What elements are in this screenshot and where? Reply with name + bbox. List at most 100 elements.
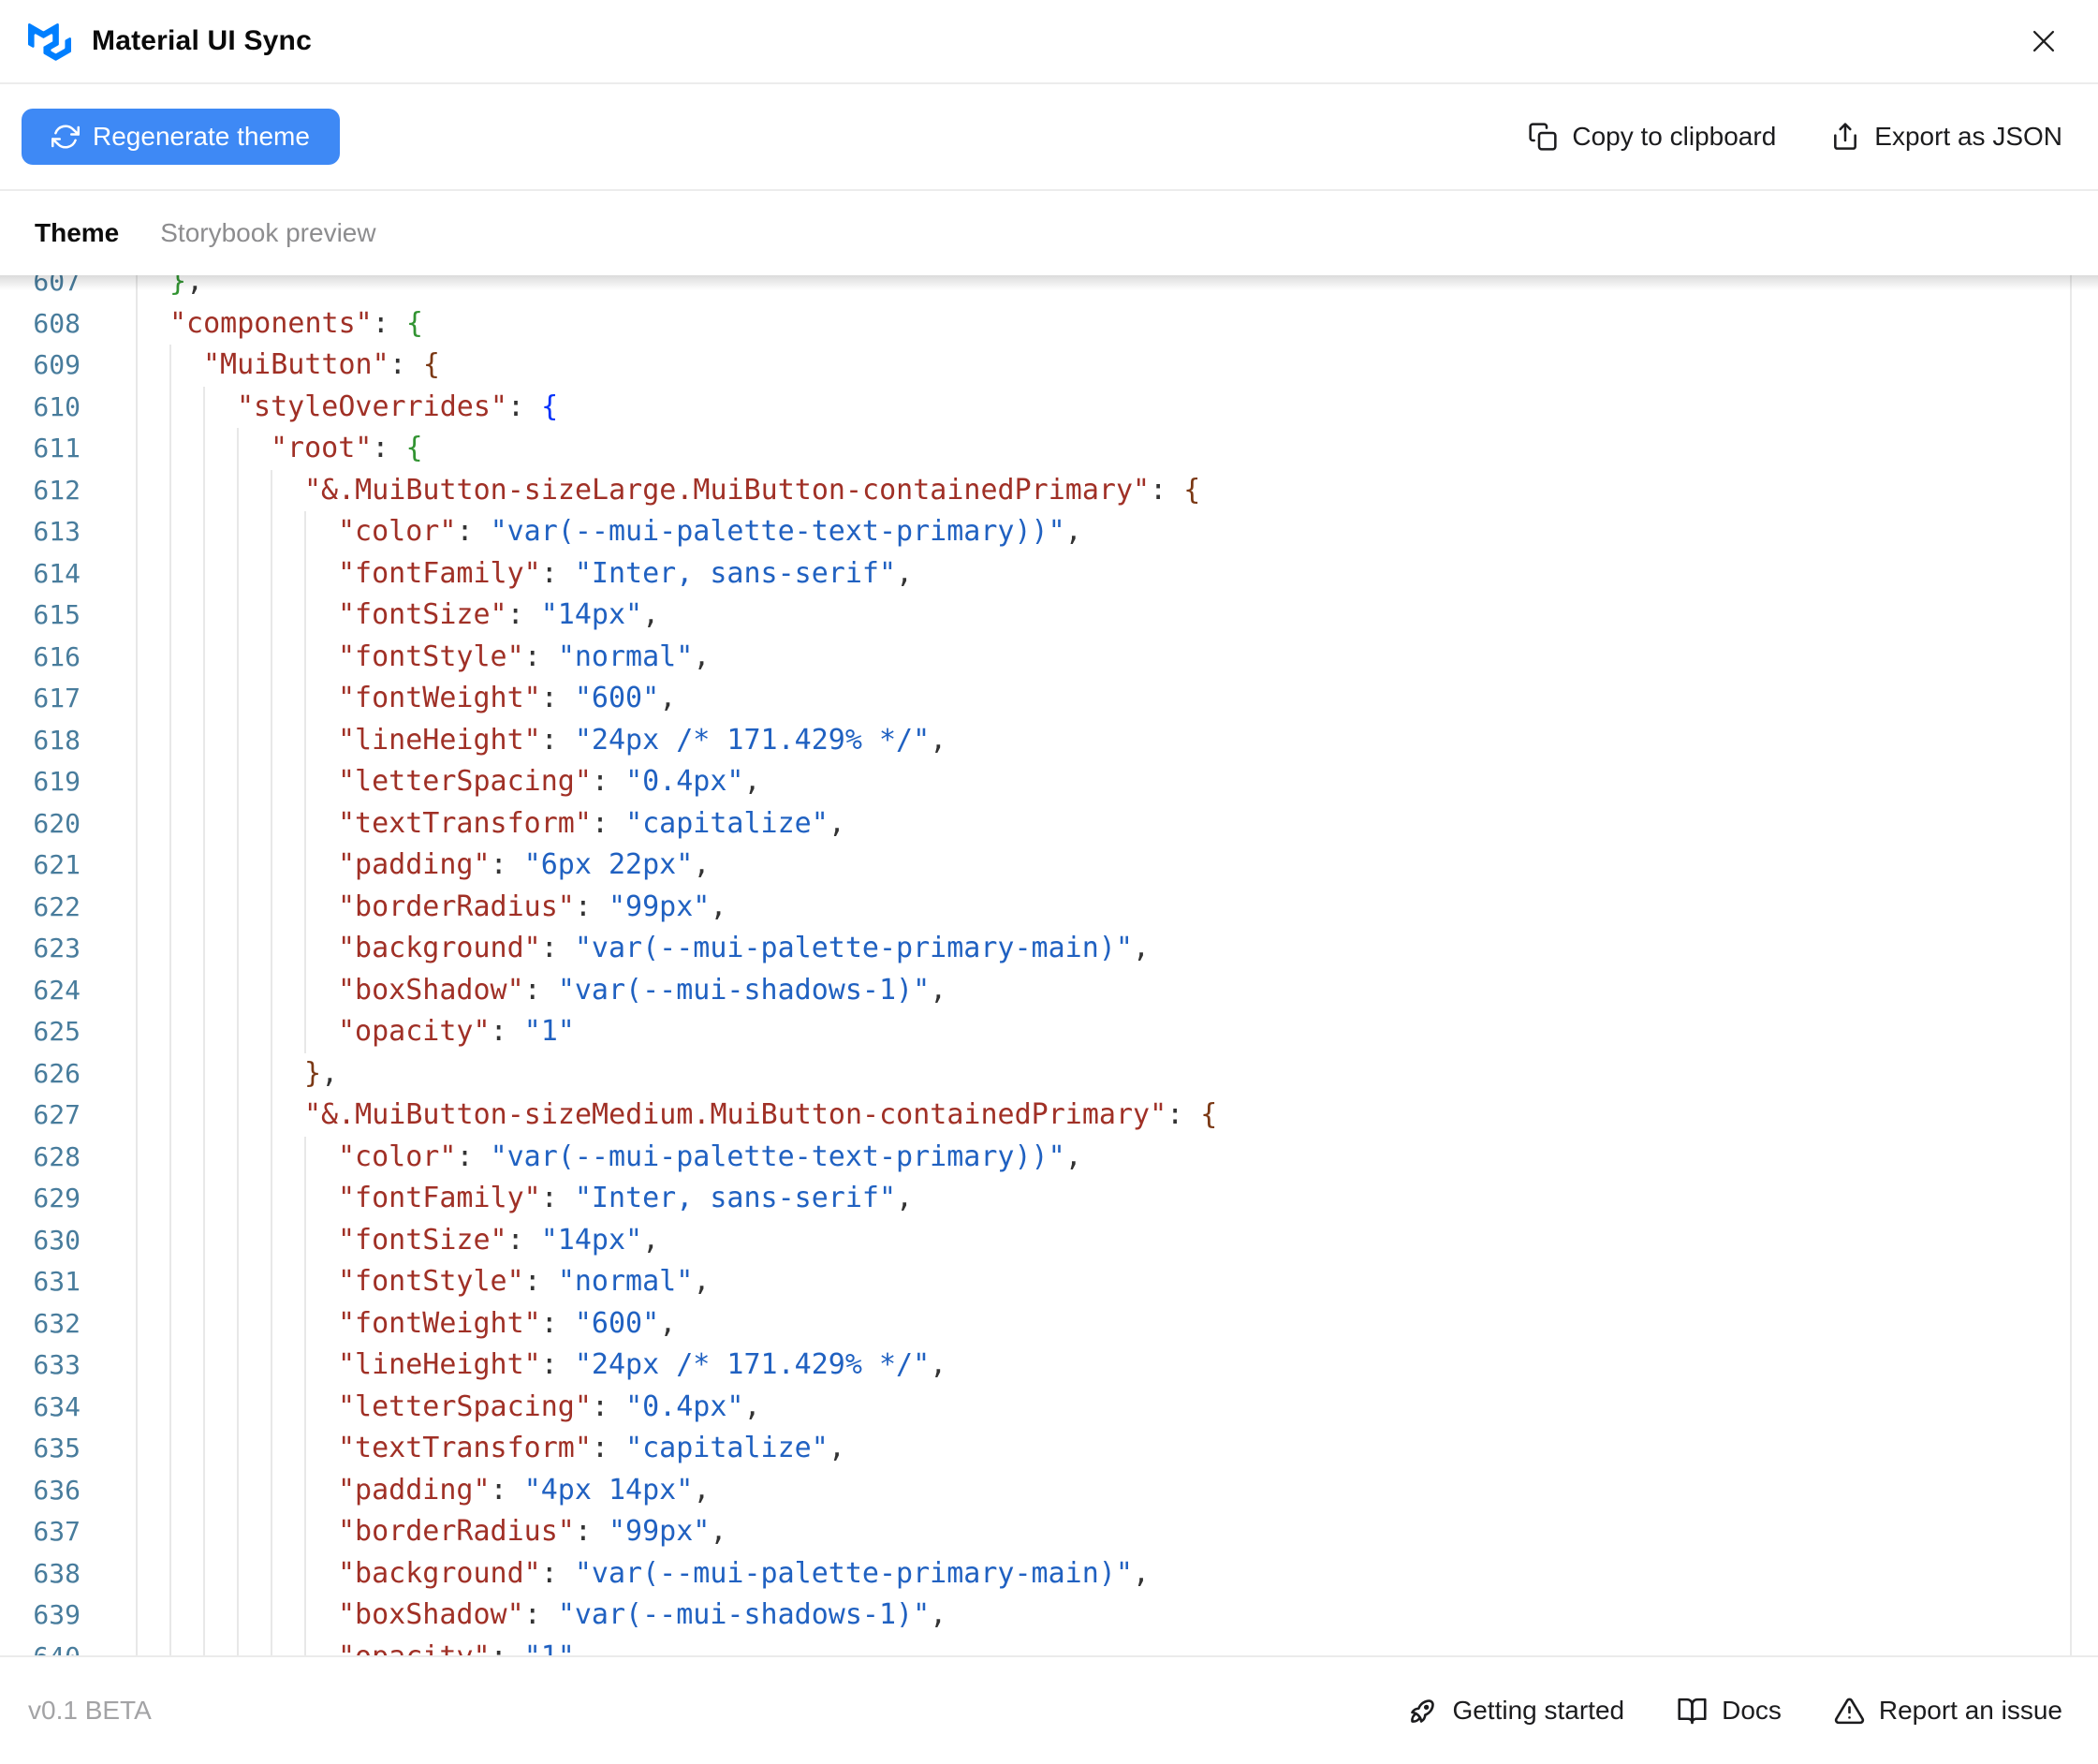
code-line-635: 635 "textTransform": "capitalize", — [0, 1428, 2098, 1470]
indent-guide — [271, 886, 304, 928]
mui-logo-icon — [28, 22, 71, 61]
code-token: "0.4px" — [625, 1389, 744, 1423]
report-an-issue-link[interactable]: Report an issue — [1834, 1696, 2062, 1727]
code-token: "fontFamily" — [338, 1182, 541, 1214]
indent-guide — [136, 302, 169, 345]
regenerate-theme-button[interactable]: Regenerate theme — [22, 109, 340, 165]
code-line-content: "styleOverrides": { — [136, 386, 558, 428]
code-token: "fontFamily" — [338, 556, 541, 590]
indent-guide — [271, 1428, 304, 1470]
code-token: : — [591, 806, 626, 840]
code-token: "6px 22px" — [523, 848, 694, 881]
indent-guide — [304, 1552, 338, 1595]
indent-guide — [271, 552, 304, 595]
line-number: 624 — [33, 974, 81, 1006]
code-token: , — [1132, 1556, 1150, 1590]
code-line-622: 622 "borderRadius": "99px", — [0, 886, 2098, 928]
indent-guide — [304, 636, 338, 678]
code-token: "&.MuiButton-sizeMedium.MuiButton-contai… — [304, 1098, 1167, 1131]
docs-link[interactable]: Docs — [1677, 1696, 1782, 1727]
copy-to-clipboard-button[interactable]: Copy to clipboard — [1528, 122, 1776, 152]
code-line-content: "root": { — [136, 428, 423, 470]
sync-icon — [51, 125, 80, 149]
indent-guide — [136, 1552, 169, 1595]
code-token: : — [1166, 1098, 1201, 1131]
indent-guide — [237, 595, 271, 637]
code-line-611: 611 "root": { — [0, 428, 2098, 470]
indent-guide — [136, 1469, 169, 1511]
code-line-618: 618 "lineHeight": "24px /* 171.429% */", — [0, 719, 2098, 761]
indent-guide — [237, 1219, 271, 1261]
code-editor[interactable]: 607}, 608 "components": {609 "MuiButton": {… — [0, 275, 2098, 1655]
code-line-633: 633 "lineHeight": "24px /* 171.429% */", — [0, 1345, 2098, 1387]
indent-guide — [271, 678, 304, 720]
code-token: : — [523, 1598, 558, 1631]
code-line-content: "letterSpacing": "0.4px", — [136, 1386, 761, 1428]
indent-guide — [203, 1386, 237, 1428]
tab-theme[interactable]: Theme — [35, 218, 119, 248]
indent-guide — [136, 802, 169, 845]
code-line-content: "opacity": "1" — [136, 1636, 575, 1656]
indent-guide — [237, 886, 271, 928]
indent-guide — [136, 969, 169, 1011]
code-token: "styleOverrides" — [237, 390, 507, 423]
code-line-content: "letterSpacing": "0.4px", — [136, 761, 761, 803]
indent-guide — [203, 1636, 237, 1655]
code-line-content: "background": "var(--mui-palette-primary… — [136, 1552, 1150, 1595]
indent-guide — [203, 1469, 237, 1511]
indent-guide — [203, 386, 237, 428]
indent-guide — [169, 719, 203, 761]
line-number: 631 — [33, 1266, 81, 1297]
code-token: { — [405, 432, 423, 464]
indent-guide — [203, 1136, 237, 1178]
line-number: 616 — [33, 640, 81, 672]
code-line-content: "textTransform": "capitalize", — [136, 1428, 845, 1470]
code-token: "Inter, sans-serif" — [574, 1182, 897, 1214]
indent-guide — [237, 719, 271, 761]
code-line-614: 614 "fontFamily": "Inter, sans-serif", — [0, 552, 2098, 595]
code-token: : — [372, 432, 406, 464]
code-token: "var(--mui-palette-primary-main)" — [574, 932, 1133, 964]
code-token: : — [540, 1348, 575, 1381]
line-number: 638 — [33, 1557, 81, 1589]
export-as-json-button[interactable]: Export as JSON — [1830, 122, 2062, 152]
open-book-icon — [1678, 1698, 1707, 1724]
code-line-620: 620 "textTransform": "capitalize", — [0, 802, 2098, 845]
indent-guide — [136, 719, 169, 761]
tab-storybook-preview[interactable]: Storybook preview — [160, 218, 375, 248]
line-number: 608 — [33, 307, 81, 339]
line-number: 623 — [33, 933, 81, 963]
code-token: "padding" — [338, 848, 491, 881]
close-button[interactable] — [2023, 21, 2064, 62]
code-line-content: "boxShadow": "var(--mui-shadows-1)", — [136, 1595, 946, 1637]
indent-guide — [203, 761, 237, 803]
indent-guide — [304, 1302, 338, 1345]
code-token: "1" — [524, 1640, 575, 1656]
line-number: 612 — [33, 474, 81, 506]
line-number: 636 — [33, 1474, 81, 1506]
indent-guide — [169, 928, 203, 970]
code-line-content: "fontStyle": "normal", — [136, 1261, 710, 1303]
code-line-632: 632 "fontWeight": "600", — [0, 1302, 2098, 1345]
indent-guide — [203, 1261, 237, 1303]
code-line-content: "fontFamily": "Inter, sans-serif", — [136, 552, 913, 595]
code-token: { — [1183, 473, 1201, 507]
code-token: "24px /* 171.429% */" — [574, 723, 931, 757]
getting-started-link[interactable]: Getting started — [1407, 1696, 1624, 1727]
code-token: { — [422, 348, 440, 381]
code-token: "0.4px" — [625, 765, 744, 798]
code-token: "var(--mui-palette-primary-main)" — [574, 1556, 1133, 1590]
code-token: : — [540, 556, 575, 590]
indent-guide — [136, 1428, 169, 1470]
indent-guide — [203, 595, 237, 637]
line-number: 635 — [33, 1433, 81, 1463]
indent-guide — [237, 802, 271, 845]
code-line-content: "opacity": "1" — [136, 1011, 575, 1053]
copy-to-clipboard-label: Copy to clipboard — [1572, 122, 1777, 151]
line-number: 637 — [33, 1516, 81, 1547]
code-token: , — [828, 806, 845, 840]
indent-guide — [271, 1136, 304, 1178]
line-number: 640 — [0, 1637, 81, 1656]
material-ui-sync-window: Material UI Sync Regenerate theme Copy t… — [0, 0, 2098, 1764]
indent-guide — [271, 845, 304, 887]
